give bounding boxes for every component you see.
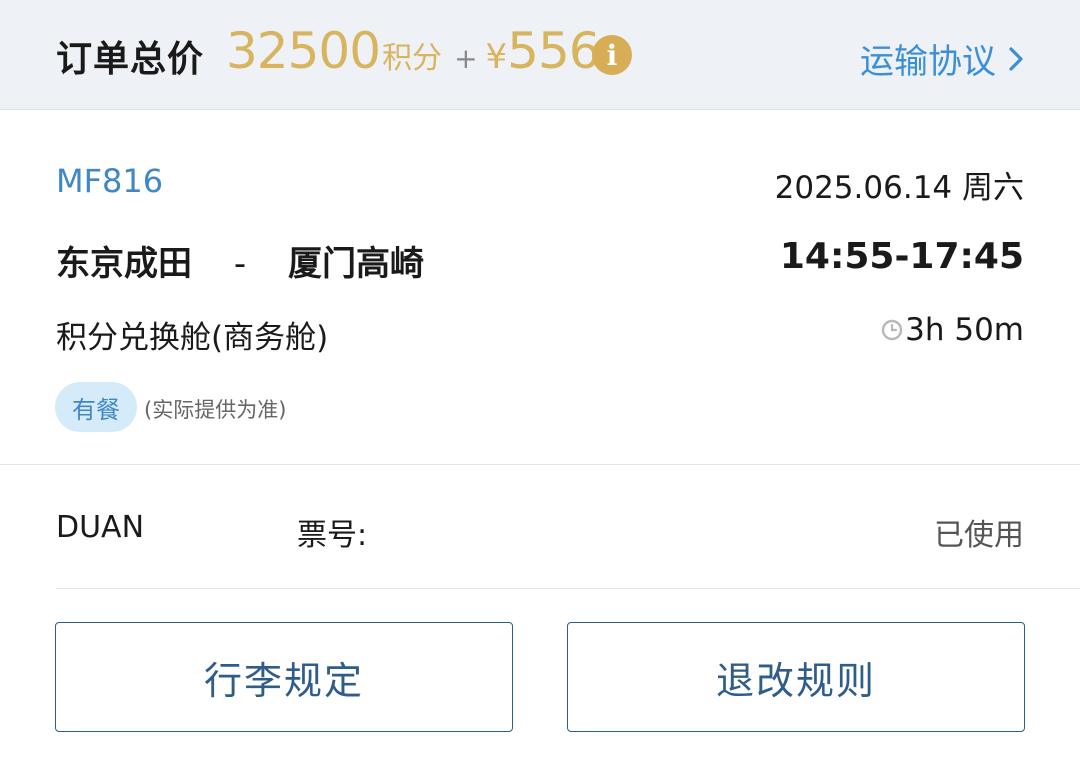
section-divider <box>0 464 1080 465</box>
ticket-number-label: 票号: <box>297 518 368 553</box>
passenger-name: DUAN <box>56 510 145 545</box>
points-unit: 积分 <box>382 41 443 76</box>
chevron-right-icon <box>1009 46 1023 71</box>
points-value: 32500 <box>226 22 381 80</box>
refund-change-rules-button[interactable]: 退改规则 <box>567 622 1025 732</box>
meal-badge: 有餐 <box>55 382 137 432</box>
info-icon[interactable]: i <box>592 35 632 75</box>
order-total-header: 订单总价 32500 积分 + ¥ 556 i 运输协议 <box>0 0 1080 110</box>
duration-text: 3h 50m <box>905 312 1024 348</box>
meal-note: (实际提供为准) <box>144 398 287 422</box>
route-separator: - <box>233 244 247 284</box>
clock-icon <box>881 319 903 341</box>
ticket-status: 已使用 <box>934 518 1024 553</box>
destination-airport: 厦门高崎 <box>287 244 424 284</box>
flight-duration: 3h 50m <box>881 312 1024 348</box>
cabin-class: 积分兑换舱(商务舱) <box>56 320 329 356</box>
flight-date: 2025.06.14 周六 <box>774 170 1024 206</box>
baggage-rules-button[interactable]: 行李规定 <box>55 622 513 732</box>
transport-agreement-label: 运输协议 <box>860 42 996 82</box>
flight-route: 东京成田 - 厦门高崎 <box>56 236 424 285</box>
transport-agreement-link[interactable]: 运输协议 <box>860 34 1026 83</box>
origin-airport: 东京成田 <box>56 244 192 284</box>
row-divider <box>56 588 1080 589</box>
order-total-label: 订单总价 <box>56 39 205 80</box>
order-total-price: 32500 积分 + ¥ 556 <box>226 22 601 80</box>
currency-symbol: ¥ <box>485 37 508 77</box>
cash-value: 556 <box>507 22 600 80</box>
plus-sign: + <box>454 42 478 75</box>
flight-number: MF816 <box>56 162 164 200</box>
flight-time: 14:55-17:45 <box>779 236 1024 277</box>
